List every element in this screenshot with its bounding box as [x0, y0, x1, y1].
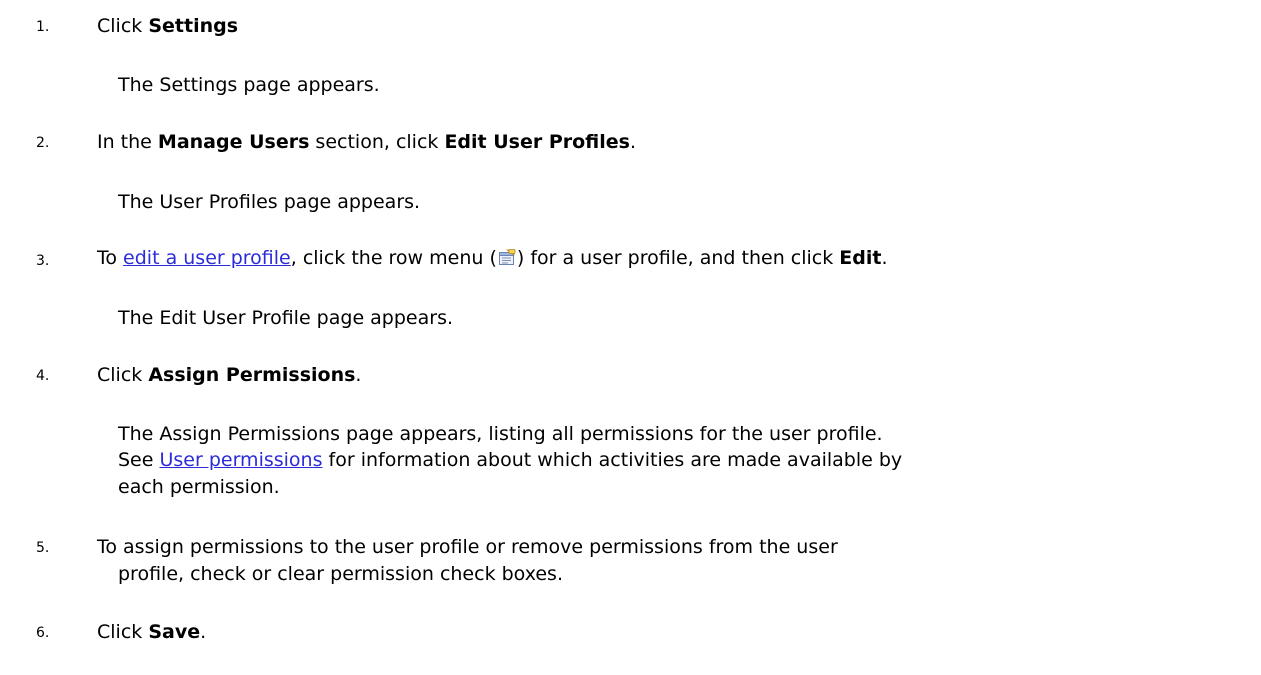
step-text: .: [881, 247, 888, 269]
save-label: Save: [148, 621, 201, 643]
step-text: for information about which activities a…: [322, 449, 903, 471]
row-menu-icon: [498, 249, 516, 266]
step-number: 4.: [36, 368, 50, 384]
edit-user-profiles-label: Edit User Profiles: [444, 131, 630, 153]
step-text: Click: [97, 621, 149, 643]
step-result: The User Profiles page appears.: [118, 191, 421, 213]
settings-label: Settings: [148, 15, 239, 37]
step-text: Click: [97, 15, 149, 37]
step-result-line-1: The Assign Permissions page appears, lis…: [118, 423, 883, 445]
step-text: See: [118, 449, 160, 471]
step-instruction: Click Save.: [97, 619, 206, 645]
assign-permissions-label: Assign Permissions: [148, 364, 356, 386]
step-instruction: Click Assign Permissions.: [97, 362, 361, 388]
edit-label: Edit: [839, 247, 882, 269]
step-instruction: Click Settings: [97, 13, 238, 39]
step-text: .: [355, 364, 362, 386]
step-text: Click: [97, 364, 149, 386]
user-permissions-link[interactable]: User permissions: [159, 449, 322, 471]
step-instruction-line-1: To assign permissions to the user profil…: [97, 536, 838, 558]
edit-user-profile-link[interactable]: edit a user profile: [123, 247, 291, 269]
step-number: 3.: [36, 253, 50, 269]
step-number: 2.: [36, 135, 50, 151]
step-result-line-3: each permission.: [118, 476, 280, 498]
step-text: In the: [97, 131, 158, 153]
step-instruction: In the Manage Users section, click Edit …: [97, 129, 636, 155]
step-text: To: [97, 247, 124, 269]
manage-users-label: Manage Users: [157, 131, 310, 153]
step-result: The Edit User Profile page appears.: [118, 307, 454, 329]
step-number: 6.: [36, 625, 50, 641]
step-result-line-2: See User permissions for information abo…: [118, 447, 902, 474]
step-instruction: To edit a user profile, click the row me…: [97, 245, 888, 271]
step-text: ) for a user profile, and then click: [516, 247, 840, 269]
step-text: .: [200, 621, 207, 643]
step-text: .: [629, 131, 637, 153]
step-number: 1.: [36, 19, 50, 35]
step-instruction-line-2: profile, check or clear permission check…: [118, 563, 563, 585]
step-text: section, click: [309, 131, 445, 153]
step-number: 5.: [36, 540, 50, 556]
step-result: The Settings page appears.: [118, 74, 380, 96]
step-text: , click the row menu (: [290, 247, 497, 269]
